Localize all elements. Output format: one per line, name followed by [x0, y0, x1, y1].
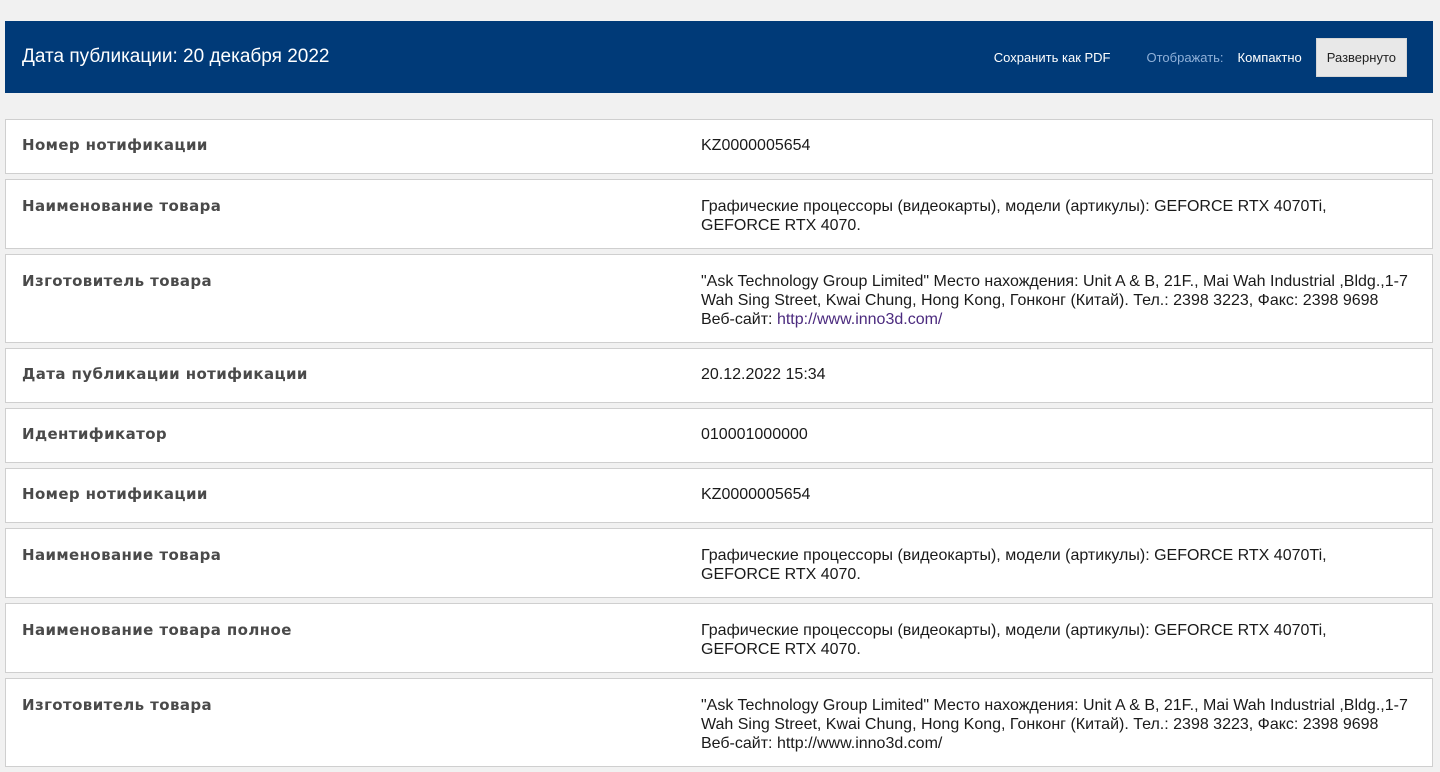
detail-row-publication-date: Дата публикации нотификации 20.12.2022 1…: [5, 348, 1433, 403]
page-header: Дата публикации: 20 декабря 2022 Сохрани…: [5, 21, 1433, 93]
detail-row-product-full-name: Наименование товара полное Графические п…: [5, 603, 1433, 673]
row-value: KZ0000005654: [701, 486, 811, 503]
row-label: Номер нотификации: [22, 136, 208, 154]
row-value: KZ0000005654: [701, 137, 811, 154]
row-label: Изготовитель товара: [22, 272, 213, 290]
manufacturer-website-link[interactable]: http://www.inno3d.com/: [777, 311, 942, 328]
detail-row-product-name: Наименование товара Графические процессо…: [5, 528, 1433, 598]
row-value: Графические процессоры (видеокарты), мод…: [701, 547, 1327, 583]
row-value: Графические процессоры (видеокарты), мод…: [701, 198, 1327, 234]
detail-row-product-name: Наименование товара Графические процессо…: [5, 179, 1433, 249]
row-value: 20.12.2022 15:34: [701, 366, 826, 383]
row-value: "Ask Technology Group Limited" Место нах…: [684, 255, 1432, 342]
detail-row-manufacturer: Изготовитель товара "Ask Technology Grou…: [5, 678, 1433, 767]
notification-details: Номер нотификации KZ0000005654 Наименова…: [5, 119, 1433, 772]
row-label: Номер нотификации: [22, 485, 208, 503]
row-label: Наименование товара: [22, 197, 222, 215]
row-label: Наименование товара: [22, 546, 222, 564]
row-value: 010001000000: [701, 426, 808, 443]
row-label: Изготовитель товара: [22, 696, 213, 714]
save-as-pdf-link[interactable]: Сохранить как PDF: [994, 50, 1111, 65]
detail-row-notification-number: Номер нотификации KZ0000005654: [5, 119, 1433, 174]
row-value: Графические процессоры (видеокарты), мод…: [701, 622, 1327, 658]
expanded-mode-button[interactable]: Развернуто: [1315, 37, 1407, 77]
detail-row-manufacturer: Изготовитель товара "Ask Technology Grou…: [5, 254, 1433, 343]
detail-row-notification-number: Номер нотификации KZ0000005654: [5, 468, 1433, 523]
display-mode-label: Отображать:: [1146, 49, 1224, 65]
row-label: Наименование товара полное: [22, 621, 292, 639]
row-label: Идентификатор: [22, 425, 168, 443]
publication-date-title: Дата публикации: 20 декабря 2022: [22, 46, 330, 67]
row-value: "Ask Technology Group Limited" Место нах…: [701, 697, 1408, 752]
compact-mode-button[interactable]: Компактно: [1238, 50, 1302, 65]
detail-row-identifier: Идентификатор 010001000000: [5, 408, 1433, 463]
row-label: Дата публикации нотификации: [22, 365, 308, 383]
